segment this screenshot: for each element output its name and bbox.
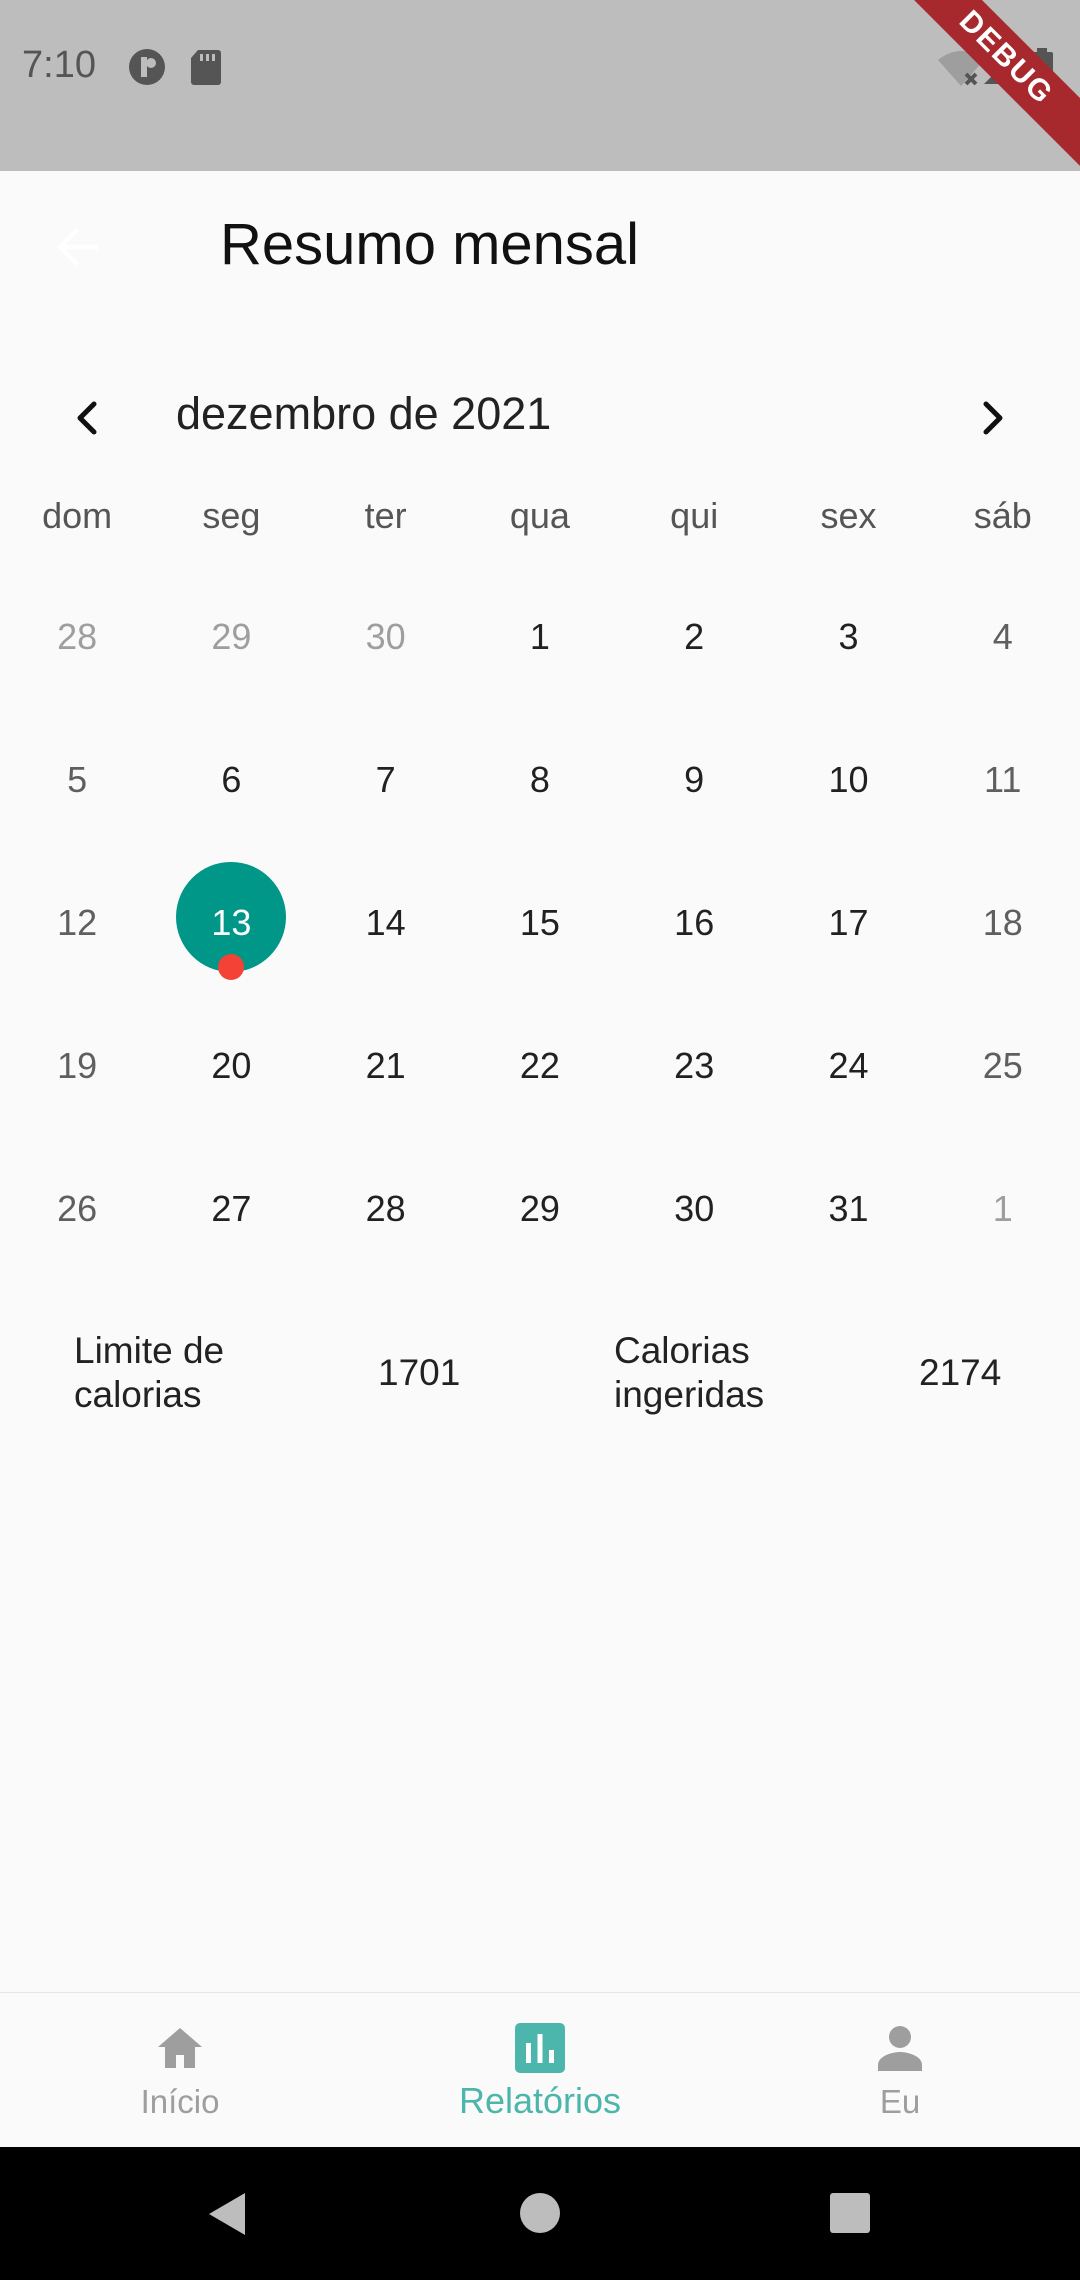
system-navigation-bar [0,2147,1080,2280]
calendar-day[interactable]: 18 [926,851,1080,994]
weekday-label: seg [202,495,261,536]
person-icon [878,2026,922,2071]
calories-ingested-label: Calorias ingeridas [614,1330,765,1415]
status-time: 7:10 [22,44,96,86]
chevron-left-icon[interactable] [60,390,116,446]
calendar-day[interactable]: 19 [0,994,154,1137]
app-bar: Resumo mensal [0,171,1080,321]
calendar-day[interactable]: 5 [0,708,154,851]
calendar-day[interactable]: 28 [0,565,154,708]
nav-label: Relatórios [458,2080,622,2121]
calendar-day[interactable]: 31 [771,1137,925,1280]
back-arrow-icon[interactable] [48,217,108,277]
calendar-day[interactable]: 29 [154,565,308,708]
calendar-week: 26 27 28 29 30 31 1 [0,1137,1080,1280]
calorie-limit-label: Limite de calorias [74,1330,225,1415]
calendar-grid: 28 29 30 1 2 3 4 5 6 7 8 9 10 11 12 13 1… [0,565,1080,1280]
calendar-day[interactable]: 30 [309,565,463,708]
chevron-right-icon[interactable] [964,390,1020,446]
calendar-day[interactable]: 17 [771,851,925,994]
sd-card-icon [191,50,221,85]
nav-item-relatorios[interactable]: Relatórios [360,1993,720,2148]
calendar-day[interactable]: 30 [617,1137,771,1280]
event-marker-dot [218,954,245,980]
nav-label: Início [140,2083,220,2120]
calendar-day[interactable]: 7 [309,708,463,851]
calendar-day[interactable]: 8 [463,708,617,851]
weekday-header: dom seg ter qua qui sex sáb [0,495,1080,555]
calendar-day[interactable]: 25 [926,994,1080,1137]
calendar-day[interactable]: 20 [154,994,308,1137]
calendar-day[interactable]: 15 [463,851,617,994]
nav-item-inicio[interactable]: Início [0,1993,360,2148]
calendar-week: 5 6 7 8 9 10 11 [0,708,1080,851]
calories-ingested-value: 2174 [919,1352,1002,1393]
system-home-icon[interactable] [518,2191,562,2235]
calorie-limit-value: 1701 [378,1352,461,1393]
weekday-label: qua [509,495,570,536]
weekday-label: sex [820,495,877,536]
system-recents-icon[interactable] [829,2192,871,2234]
calendar-week: 12 13 14 15 16 17 18 [0,851,1080,994]
weekday-label: ter [364,495,407,536]
status-bar: 7:10 DEBUG [0,0,1080,171]
calendar-day[interactable]: 27 [154,1137,308,1280]
calendar-day[interactable]: 26 [0,1137,154,1280]
calendar-day[interactable]: 9 [617,708,771,851]
calendar-day[interactable]: 10 [771,708,925,851]
calendar-week: 19 20 21 22 23 24 25 [0,994,1080,1137]
nav-label: Eu [879,2083,921,2120]
system-back-icon[interactable] [205,2191,249,2237]
calendar-day-selected[interactable]: 13 [154,851,308,994]
calendar-day[interactable]: 4 [926,565,1080,708]
month-label[interactable]: dezembro de 2021 [176,388,551,440]
calendar-day[interactable]: 11 [926,708,1080,851]
calendar-day[interactable]: 3 [771,565,925,708]
app-notification-icon [129,49,165,85]
calendar-day[interactable]: 1 [926,1137,1080,1280]
bar-chart-icon [515,2023,565,2073]
weekday-label: sáb [973,495,1032,536]
page-title: Resumo mensal [220,212,640,277]
weekday-label: qui [670,495,719,536]
bottom-navigation: Início Relatórios Eu [0,1992,1080,2148]
weekday-label: dom [42,495,113,536]
calendar-day[interactable]: 24 [771,994,925,1137]
calendar-day[interactable]: 12 [0,851,154,994]
calendar-day[interactable]: 16 [617,851,771,994]
nav-item-eu[interactable]: Eu [720,1993,1080,2148]
calendar-day[interactable]: 28 [309,1137,463,1280]
calendar-day[interactable]: 2 [617,565,771,708]
calendar-day[interactable]: 14 [309,851,463,994]
calendar-day[interactable]: 1 [463,565,617,708]
month-header: dezembro de 2021 [0,370,1080,460]
home-icon [158,2028,202,2068]
calorie-summary: Limite de calorias 1701 Calorias ingerid… [0,1325,1080,1425]
calendar-day[interactable]: 22 [463,994,617,1137]
calendar-day[interactable]: 21 [309,994,463,1137]
calendar-day[interactable]: 23 [617,994,771,1137]
calendar-day[interactable]: 6 [154,708,308,851]
calendar-day[interactable]: 29 [463,1137,617,1280]
calendar-week: 28 29 30 1 2 3 4 [0,565,1080,708]
